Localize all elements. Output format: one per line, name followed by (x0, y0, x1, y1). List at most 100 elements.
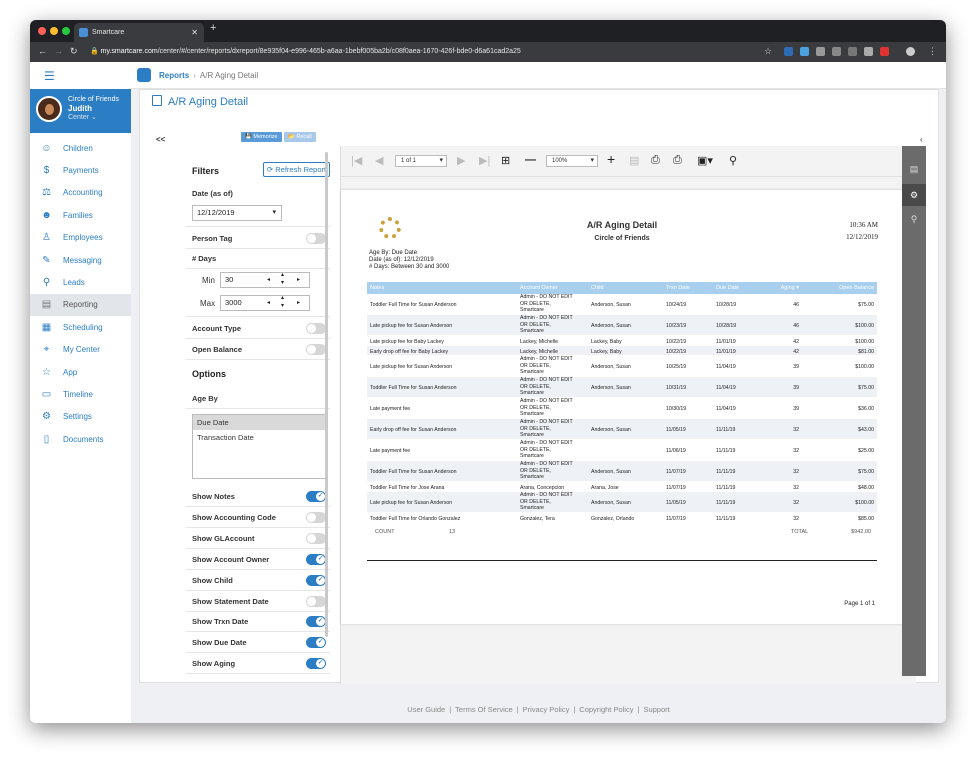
document-map-icon[interactable]: ▤ (908, 164, 920, 176)
browser-menu-icon[interactable]: ⋮ (928, 46, 937, 57)
parameters-gear-icon[interactable]: ⚙ (902, 184, 926, 206)
decrement-icon[interactable]: ◂ (267, 296, 270, 310)
refresh-report-button[interactable]: ⟳ Refresh Report (263, 162, 330, 177)
stepper-icon[interactable]: ▴ ▾ (281, 271, 284, 287)
extension-icon[interactable] (848, 47, 857, 56)
column-header-6[interactable]: Open Balance (839, 285, 874, 291)
column-header-5[interactable]: Aging ▾ (781, 285, 799, 291)
zoom-in-icon[interactable]: + (607, 151, 615, 167)
browser-tab[interactable]: Smartcare ✕ (74, 23, 204, 42)
filter-scrollbar[interactable] (325, 152, 328, 637)
hamburger-menu-icon[interactable]: ☰ (30, 62, 131, 89)
column-header-1[interactable]: Account Owner (520, 285, 558, 291)
table-row: Early drop off fee for Susan Anderson Adm… (367, 419, 877, 440)
increment-icon[interactable]: ▸ (297, 273, 300, 287)
sidebar-item-families[interactable]: ☻ Families (30, 204, 131, 226)
sidebar-item-accounting[interactable]: ⚖ Accounting (30, 182, 131, 204)
option-toggle[interactable] (306, 532, 326, 544)
account-type-toggle[interactable] (306, 323, 326, 334)
footer-link-privacy-policy[interactable]: Privacy Policy (523, 705, 570, 714)
footer-link-user-guide[interactable]: User Guide (407, 705, 445, 714)
zoom-select[interactable]: 100% (546, 155, 598, 167)
profile-role-dropdown[interactable]: Center ⌄ (68, 113, 119, 122)
column-header-2[interactable]: Child (591, 285, 604, 291)
max-days-input[interactable]: 3000 ◂ ▴ ▾ ▸ (220, 295, 310, 311)
zoom-out-icon[interactable]: — (525, 154, 536, 166)
sidebar-item-documents[interactable]: ▯ Documents (30, 428, 131, 450)
person-tag-toggle[interactable] (306, 233, 326, 244)
page-select[interactable]: 1 of 1 (395, 155, 447, 167)
url-field[interactable]: 🔒 my.smartcare.com/center/#/center/repor… (90, 45, 770, 59)
memorize-button[interactable]: 💾 Memorize (241, 132, 282, 142)
close-window-icon[interactable] (38, 27, 46, 35)
minimize-window-icon[interactable] (50, 27, 58, 35)
sidebar-item-scheduling[interactable]: ▦ Scheduling (30, 316, 131, 338)
cell-notes: Late pickup fee for Susan Anderson (370, 322, 453, 329)
column-header-4[interactable]: Due Date (716, 285, 739, 291)
user-profile[interactable]: Circle of Friends Judith Center ⌄ (30, 89, 131, 133)
extension-icon[interactable] (816, 47, 825, 56)
extension-icon[interactable] (864, 47, 873, 56)
age-by-listbox[interactable]: Due Date Transaction Date (192, 414, 327, 479)
column-header-3[interactable]: Trxn Date (666, 285, 690, 291)
sidebar-item-children[interactable]: ☺ Children (30, 137, 131, 159)
close-tab-icon[interactable]: ✕ (191, 23, 198, 42)
search-icon[interactable]: ⚲ (908, 214, 920, 226)
next-page-icon[interactable]: ▶ (457, 154, 465, 167)
sidebar-item-messaging[interactable]: ✎ Messaging (30, 249, 131, 271)
extension-icon[interactable] (800, 47, 809, 56)
first-page-icon[interactable]: |◀ (351, 154, 362, 167)
min-days-input[interactable]: 30 ◂ ▴ ▾ ▸ (220, 272, 310, 288)
collapse-filters-button[interactable]: << (156, 135, 165, 144)
highlight-editing-icon[interactable]: ▤ (629, 154, 639, 167)
option-toggle[interactable] (306, 553, 326, 565)
option-toggle[interactable] (306, 616, 326, 628)
sidebar-item-timeline[interactable]: ▭ Timeline (30, 383, 131, 405)
column-header-0[interactable]: Notes (370, 285, 384, 291)
stepper-icon[interactable]: ▴ ▾ (281, 294, 284, 310)
print-page-icon[interactable]: ⎙ (673, 154, 682, 167)
bookmark-star-icon[interactable]: ☆ (764, 46, 772, 57)
extension-icon[interactable] (784, 47, 793, 56)
footer-link-terms-of-service[interactable]: Terms Of Service (455, 705, 513, 714)
footer-link-support[interactable]: Support (643, 705, 669, 714)
maximize-window-icon[interactable] (62, 27, 70, 35)
sidebar-item-leads[interactable]: ⚲ Leads (30, 271, 131, 293)
option-toggle[interactable] (306, 491, 326, 502)
export-icon[interactable]: ▣▾ (697, 154, 713, 167)
new-tab-icon[interactable]: + (210, 22, 216, 34)
back-icon[interactable]: ← (38, 46, 47, 56)
sidebar-item-settings[interactable]: ⚙ Settings (30, 406, 131, 428)
recall-button[interactable]: 📂 Recall (284, 132, 316, 142)
date-select[interactable]: 12/12/2019 ▾ (192, 205, 282, 221)
footer-link-copyright-policy[interactable]: Copyright Policy (579, 705, 633, 714)
option-toggle[interactable] (306, 511, 326, 523)
reload-icon[interactable]: ↻ (70, 46, 78, 57)
previous-page-icon[interactable]: ◀ (375, 154, 383, 167)
forward-icon[interactable]: → (54, 46, 63, 56)
extension-icon[interactable] (880, 47, 889, 56)
increment-icon[interactable]: ▸ (297, 296, 300, 310)
sidebar-item-employees[interactable]: ♙ Employees (30, 227, 131, 249)
profile-icon[interactable] (906, 47, 915, 56)
search-icon[interactable]: ⚲ (729, 154, 737, 167)
decrement-icon[interactable]: ◂ (267, 273, 270, 287)
option-toggle[interactable] (306, 574, 326, 586)
table-row: Late pickup fee for Baby Lackey Lackey, M… (367, 336, 877, 346)
extension-icon[interactable] (832, 47, 841, 56)
open-balance-toggle[interactable] (306, 344, 326, 355)
sidebar-item-reporting[interactable]: ▤ Reporting (30, 293, 131, 317)
sidebar-item-my-center[interactable]: ⌖ My Center (30, 339, 131, 361)
option-toggle[interactable] (306, 637, 326, 649)
option-toggle[interactable] (306, 595, 326, 607)
chevron-left-icon[interactable]: ‹ (920, 135, 923, 144)
age-by-option[interactable]: Transaction Date (193, 430, 326, 445)
sidebar-item-app[interactable]: ☆ App (30, 361, 131, 383)
multipage-icon[interactable]: ⊞ (501, 154, 510, 167)
print-icon[interactable]: ⎙ (651, 154, 660, 167)
breadcrumb-reports-link[interactable]: Reports (159, 71, 189, 80)
sidebar-item-payments[interactable]: $ Payments (30, 159, 131, 181)
age-by-option[interactable]: Due Date (193, 415, 326, 430)
last-page-icon[interactable]: ▶| (479, 154, 490, 167)
option-toggle[interactable] (306, 658, 326, 670)
